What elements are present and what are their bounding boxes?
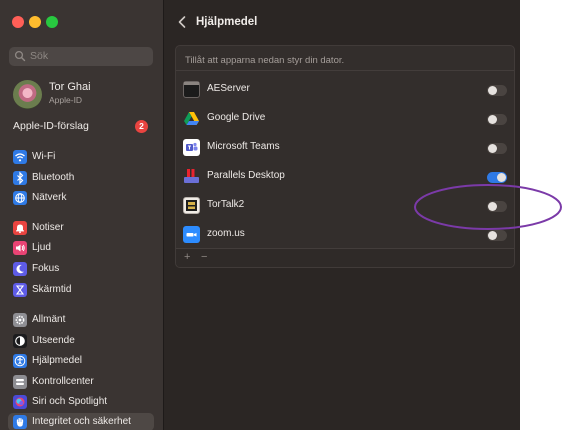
sidebar-item-general[interactable]: Allmänt xyxy=(10,311,154,329)
sidebar-item-label: Allmänt xyxy=(32,314,66,325)
speaker-icon xyxy=(13,241,27,255)
apple-id-suggestions[interactable]: Apple-ID-förslag xyxy=(13,120,89,132)
app-name: Google Drive xyxy=(207,112,266,123)
bluetooth-icon xyxy=(13,171,27,185)
toggle-switch[interactable] xyxy=(487,85,507,96)
accessibility-icon xyxy=(13,354,27,368)
app-name: TorTalk2 xyxy=(207,199,245,210)
search-placeholder: Sök xyxy=(30,50,49,62)
sidebar: Sök Tor Ghai Apple-ID Apple-ID-förslag 2… xyxy=(0,0,164,430)
gear-icon xyxy=(13,313,27,327)
chevron-left-icon[interactable] xyxy=(176,14,188,30)
page-title: Hjälpmedel xyxy=(196,16,258,28)
list-header-text: Tillåt att apparna nedan styr din dator. xyxy=(185,55,345,66)
list-footer: + − xyxy=(176,248,514,267)
avatar xyxy=(13,80,42,109)
teams-icon xyxy=(183,139,200,156)
sidebar-item-bluetooth[interactable]: Bluetooth xyxy=(10,169,154,187)
wifi-icon xyxy=(13,150,27,164)
tortalk-icon xyxy=(183,197,200,214)
sidebar-item-appearance[interactable]: Utseende xyxy=(10,332,154,350)
sidebar-item-network[interactable]: Nätverk xyxy=(10,189,154,207)
toggle-knob xyxy=(488,144,497,153)
google-drive-icon xyxy=(183,110,200,127)
sidebar-item-label: Utseende xyxy=(32,335,75,346)
control-center-icon xyxy=(13,375,27,389)
toggle-knob xyxy=(497,173,506,182)
remove-button[interactable]: − xyxy=(201,251,207,263)
sidebar-item-label: Hjälpmedel xyxy=(32,355,83,366)
profile-name: Tor Ghai xyxy=(49,81,91,93)
sidebar-item-label: Bluetooth xyxy=(32,172,75,183)
toggle-switch[interactable] xyxy=(487,114,507,125)
add-button[interactable]: + xyxy=(184,251,190,263)
sidebar-item-accessibility[interactable]: Hjälpmedel xyxy=(10,352,154,370)
divider xyxy=(176,70,514,71)
sidebar-item-label: Wi-Fi xyxy=(32,151,56,162)
search-field[interactable]: Sök xyxy=(9,47,153,66)
moon-icon xyxy=(13,262,27,276)
app-name: Parallels Desktop xyxy=(207,170,285,181)
sidebar-item-label: Siri och Spotlight xyxy=(32,396,108,407)
app-name: AEServer xyxy=(207,83,250,94)
sidebar-item-focus[interactable]: Fokus xyxy=(10,260,154,278)
globe-icon xyxy=(13,191,27,205)
list-item-google-drive: Google Drive xyxy=(176,104,514,133)
sidebar-item-wifi[interactable]: Wi-Fi xyxy=(10,148,154,166)
terminal-app-icon xyxy=(183,81,200,98)
toggle-knob xyxy=(488,86,497,95)
hourglass-icon xyxy=(13,283,27,297)
list-item-microsoft-teams: Microsoft Teams xyxy=(176,133,514,162)
zoom-icon xyxy=(183,226,200,243)
sidebar-item-label: Notiser xyxy=(32,222,64,233)
window-close-button[interactable] xyxy=(12,16,24,28)
sidebar-item-control-center[interactable]: Kontrollcenter xyxy=(10,373,154,391)
annotation-ellipse xyxy=(414,184,562,230)
sidebar-item-label: Fokus xyxy=(32,263,60,274)
sidebar-item-label: Nätverk xyxy=(32,192,67,203)
sidebar-item-privacy-security[interactable]: Integritet och säkerhet xyxy=(8,413,154,430)
app-list-panel: Tillåt att apparna nedan styr din dator.… xyxy=(175,45,515,268)
parallels-icon xyxy=(183,168,200,185)
app-name: zoom.us xyxy=(207,228,245,239)
suggestions-badge: 2 xyxy=(135,120,148,133)
sidebar-item-label: Kontrollcenter xyxy=(32,376,94,387)
toggle-knob xyxy=(488,115,497,124)
sidebar-item-label: Integritet och säkerhet xyxy=(32,416,131,427)
siri-icon xyxy=(13,395,27,409)
profile-subtitle: Apple-ID xyxy=(49,95,83,105)
window-zoom-button[interactable] xyxy=(46,16,58,28)
sidebar-item-notifications[interactable]: Notiser xyxy=(10,219,154,237)
apple-id-profile[interactable]: Tor Ghai Apple-ID xyxy=(10,80,160,114)
toggle-knob xyxy=(488,231,497,240)
search-icon xyxy=(14,50,26,62)
appearance-icon xyxy=(13,334,27,348)
bell-icon xyxy=(13,221,27,235)
sidebar-item-siri-spotlight[interactable]: Siri och Spotlight xyxy=(10,393,154,411)
list-item-aeserver: AEServer xyxy=(176,75,514,104)
sidebar-item-label: Skärmtid xyxy=(32,284,72,295)
sidebar-item-screen-time[interactable]: Skärmtid xyxy=(10,281,154,299)
hand-icon xyxy=(13,415,27,429)
toggle-switch[interactable] xyxy=(487,143,507,154)
window-minimize-button[interactable] xyxy=(29,16,41,28)
sidebar-item-sound[interactable]: Ljud xyxy=(10,239,154,257)
sidebar-item-label: Ljud xyxy=(32,242,51,253)
app-name: Microsoft Teams xyxy=(207,141,280,152)
